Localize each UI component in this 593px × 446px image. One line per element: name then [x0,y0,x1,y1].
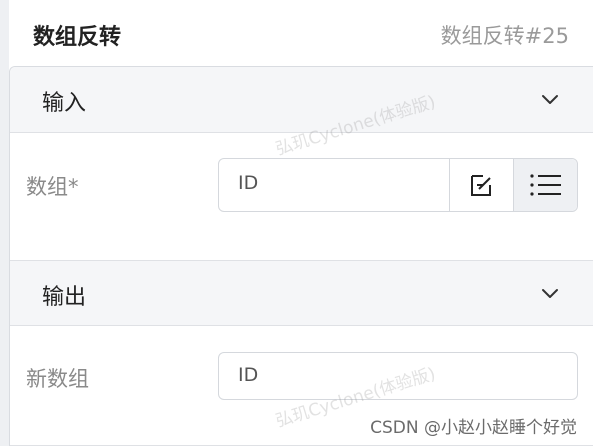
chevron-down-icon[interactable] [540,283,560,303]
node-title: 数组反转 [33,25,122,50]
node-id: 数组反转#25 [440,24,569,48]
list-icon [529,174,561,196]
properties-panel: 输入 弘玑Cyclone(体验版) 数组* ID 输出 新数组 ID 弘玑Cyc… [9,66,593,446]
output-section-header[interactable]: 输出 [10,260,593,326]
output-section-title: 输出 [42,285,87,310]
input-section-header[interactable]: 输入 [10,67,593,133]
csdn-credit: CSDN @小赵小赵睡个好觉 [370,418,577,438]
list-button[interactable] [513,159,577,211]
array-field-label: 数组* [26,175,79,199]
chevron-down-icon[interactable] [540,89,560,109]
edit-icon [470,175,491,196]
node-header: 数组反转 数组反转#25 [9,0,593,66]
new-array-field-label: 新数组 [26,367,89,391]
array-field[interactable]: ID [218,158,578,212]
edit-button[interactable] [449,159,513,211]
new-array-field-value[interactable]: ID [238,364,258,386]
input-section-title: 输入 [42,91,87,116]
array-field-value[interactable]: ID [238,172,258,194]
left-strip [0,0,9,446]
